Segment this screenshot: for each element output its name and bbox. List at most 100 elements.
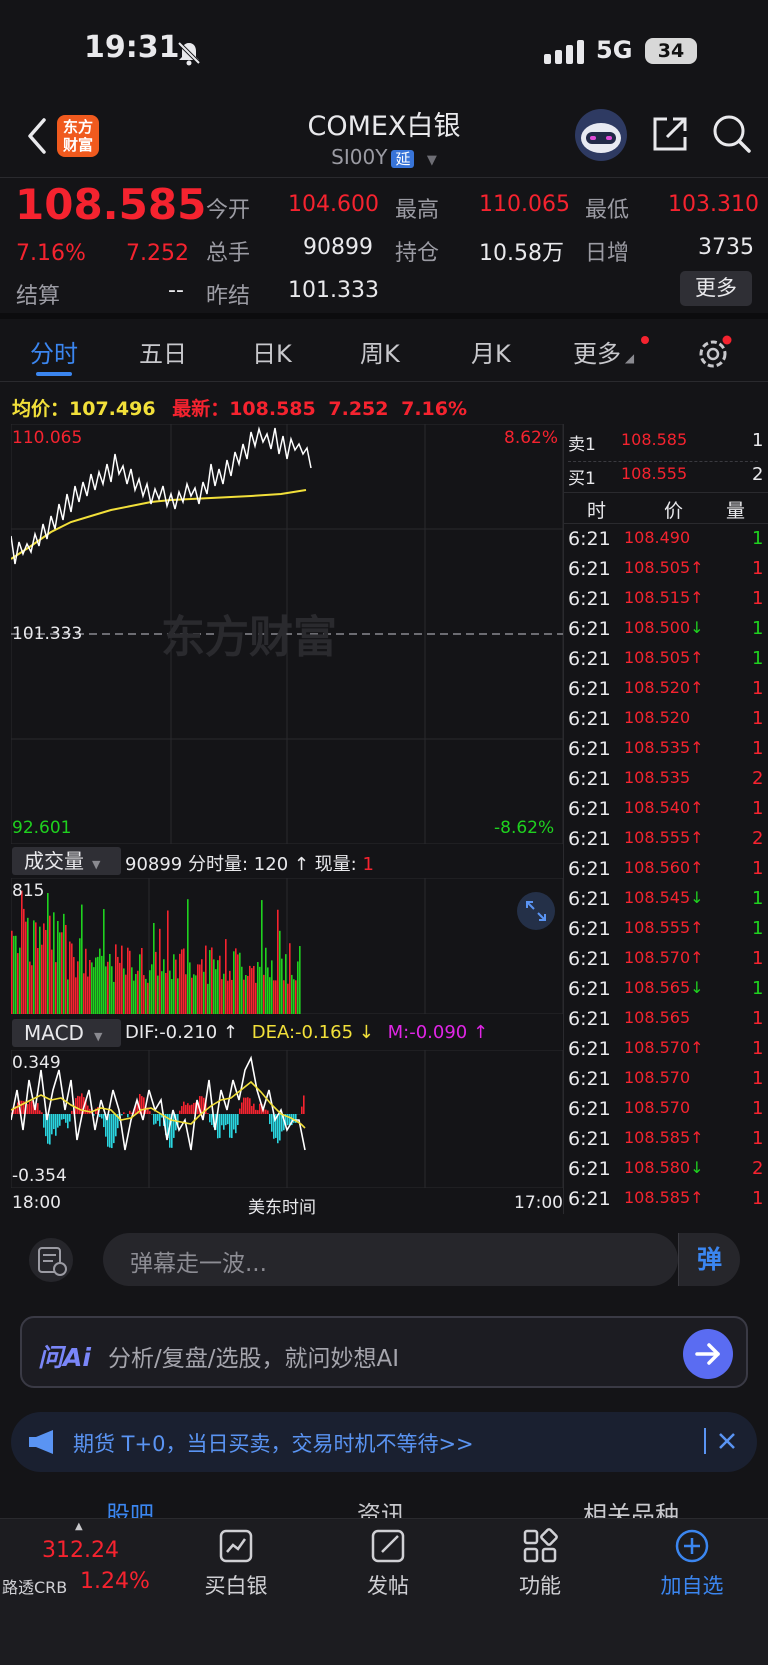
trade-price: 108.505↑ xyxy=(624,558,704,577)
macd-bar xyxy=(37,1103,39,1114)
add-watchlist-icon[interactable] xyxy=(674,1528,710,1564)
trade-time: 6:21 xyxy=(568,1098,611,1120)
volume-value: 90899 xyxy=(303,235,373,260)
trade-direction: ↑ xyxy=(690,738,704,757)
post-button[interactable]: 发帖 xyxy=(338,1570,438,1600)
macd-bar xyxy=(277,1114,279,1144)
macd-bar xyxy=(183,1101,185,1114)
volume-chart[interactable] xyxy=(11,878,563,1014)
search-icon[interactable] xyxy=(711,113,753,155)
trade-time: 6:21 xyxy=(568,1188,611,1210)
price-chart[interactable]: 东方财富 xyxy=(11,424,563,844)
tab-more[interactable]: 更多 ◢ xyxy=(573,334,634,369)
volume-bar xyxy=(95,957,97,1014)
macd-bar xyxy=(109,1114,111,1148)
macd-bar xyxy=(219,1114,221,1138)
trades-list[interactable]: 6:21 108.490 1 6:21 108.505↑ 1 6:21 108.515↑ 1 6:… xyxy=(568,528,768,1218)
buy-silver-button[interactable]: 买白银 xyxy=(186,1570,286,1600)
volume-bar xyxy=(251,968,253,1014)
trade-direction: ↓ xyxy=(690,978,704,997)
last-change: 7.252 xyxy=(328,398,389,420)
ai-send-button[interactable] xyxy=(683,1329,733,1379)
trade-time: 6:21 xyxy=(568,888,611,910)
index-value[interactable]: 312.24 xyxy=(42,1538,119,1563)
expand-icon[interactable] xyxy=(516,891,556,931)
chevron-down-icon: ▼ xyxy=(426,153,437,168)
trade-direction: ↑ xyxy=(690,588,704,607)
volume-bar xyxy=(265,947,267,1014)
volume-bar xyxy=(269,977,271,1014)
volume-bar xyxy=(245,975,247,1014)
settings-gear-icon[interactable] xyxy=(697,334,733,370)
macd-bar xyxy=(127,1114,129,1118)
trade-row: 6:21 108.565 1 xyxy=(568,1008,768,1038)
macd-indicator-selector[interactable]: MACD ▼ xyxy=(12,1019,121,1047)
trade-row: 6:21 108.570 1 xyxy=(568,1068,768,1098)
volume-bar xyxy=(117,956,119,1014)
volume-bar xyxy=(271,960,273,1014)
trade-qty: 1 xyxy=(752,918,764,939)
macd-bar xyxy=(101,1114,103,1119)
close-icon[interactable] xyxy=(717,1431,737,1451)
trade-time: 6:21 xyxy=(568,768,611,790)
functions-grid-icon[interactable] xyxy=(522,1528,558,1564)
volume-bar xyxy=(29,961,31,1014)
add-watchlist-button[interactable]: 加自选 xyxy=(642,1570,742,1600)
volume-bar xyxy=(123,968,125,1014)
macd-bar xyxy=(29,1101,31,1114)
volume-bar xyxy=(163,959,165,1014)
tab-five-day[interactable]: 五日 xyxy=(139,334,187,369)
tab-weekly-k[interactable]: 周K xyxy=(360,334,400,369)
trade-time: 6:21 xyxy=(568,618,611,640)
volume-bar xyxy=(87,976,89,1014)
macd-bar xyxy=(75,1098,77,1114)
volume-bar xyxy=(297,961,299,1014)
volume-bar xyxy=(169,970,171,1014)
volume-bar xyxy=(33,920,35,1014)
trade-qty: 2 xyxy=(752,768,764,789)
post-edit-icon[interactable] xyxy=(370,1528,406,1564)
tab-intraday[interactable]: 分时 xyxy=(30,334,78,369)
volume-bar xyxy=(25,921,27,1014)
functions-button[interactable]: 功能 xyxy=(490,1570,590,1600)
macd-bar xyxy=(103,1114,105,1128)
macd-chart[interactable] xyxy=(11,1050,563,1188)
buy-chart-icon[interactable] xyxy=(218,1528,254,1564)
more-quote-button[interactable]: 更多 xyxy=(680,271,752,306)
tab-monthly-k[interactable]: 月K xyxy=(471,334,511,369)
volume-bar xyxy=(133,980,135,1014)
trade-price: 108.535 xyxy=(624,768,691,787)
volume-bar xyxy=(153,922,155,1014)
volume-bar xyxy=(205,945,207,1014)
volume-bar xyxy=(203,971,205,1014)
tab-daily-k[interactable]: 日K xyxy=(252,334,292,369)
trade-qty: 1 xyxy=(752,948,764,969)
volume-label: 成交量 xyxy=(24,849,84,873)
trade-time: 6:21 xyxy=(568,528,611,550)
price-axis-max: 110.065 xyxy=(12,428,83,448)
trade-price: 108.505↑ xyxy=(624,648,704,667)
trade-direction: ↑ xyxy=(690,1188,704,1207)
macd-m: M:-0.090 ↑ xyxy=(387,1022,489,1043)
macd-bar xyxy=(67,1114,69,1129)
volume-bar xyxy=(93,967,95,1014)
share-icon[interactable] xyxy=(651,113,691,153)
macd-bar xyxy=(253,1103,255,1114)
macd-bar xyxy=(129,1110,131,1114)
macd-bar xyxy=(53,1114,55,1130)
volume-bar xyxy=(35,922,37,1014)
prev-settle-label: 昨结 xyxy=(206,284,251,309)
trade-row: 6:21 108.535 2 xyxy=(568,768,768,798)
settle-label: 结算 xyxy=(16,284,61,309)
volume-bar xyxy=(121,945,123,1014)
comment-list-icon[interactable] xyxy=(27,1237,75,1283)
price-axis-min: 92.601 xyxy=(12,818,72,838)
book-divider-2 xyxy=(563,492,768,493)
volume-indicator-selector[interactable]: 成交量 ▼ xyxy=(12,847,121,875)
low-label: 最低 xyxy=(585,198,630,223)
robot-assistant-icon[interactable] xyxy=(573,108,629,162)
volume-bar xyxy=(243,979,245,1014)
trade-row: 6:21 108.560↑ 1 xyxy=(568,858,768,888)
volume-bar xyxy=(55,962,57,1014)
danmu-button[interactable]: 弹 xyxy=(678,1233,740,1286)
